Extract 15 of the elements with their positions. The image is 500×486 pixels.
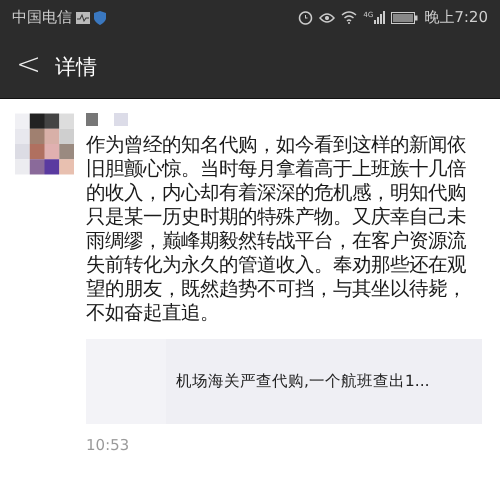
post-time: 10:53: [86, 436, 130, 454]
page-title: 详情: [55, 54, 98, 80]
link-card[interactable]: 机场海关严查代购,一个航班查出1...: [86, 339, 482, 424]
wifi-icon: [341, 11, 358, 24]
back-button[interactable]: <: [0, 47, 56, 86]
clock-time: 晚上7:20: [424, 8, 488, 27]
alarm-icon: [298, 10, 314, 25]
activity-icon: [76, 12, 90, 24]
eye-icon: [319, 10, 336, 24]
link-title: 机场海关严查代购,一个航班查出1...: [175, 371, 430, 392]
signal-icon: [374, 11, 386, 24]
post-text: 作为曾经的知名代购，如今看到这样的新闻依旧胆颤心惊。当时每月拿着高于上班族十几倍的收入，内心却有着深深的危机感，明知代购只是某一历史时期的特殊产物。又庆幸自己未雨绸缪，巅峰期毅然转战平台，在客户资源流失前转化为永久的管道收入。奉劝那些还在观望的朋友，既然趋势不可挡，与其坐以待毙，不如奋起直追。: [86, 133, 467, 325]
shield-icon: [94, 10, 106, 24]
carrier-name: 中国电信: [12, 8, 72, 27]
battery-icon: [391, 12, 418, 24]
